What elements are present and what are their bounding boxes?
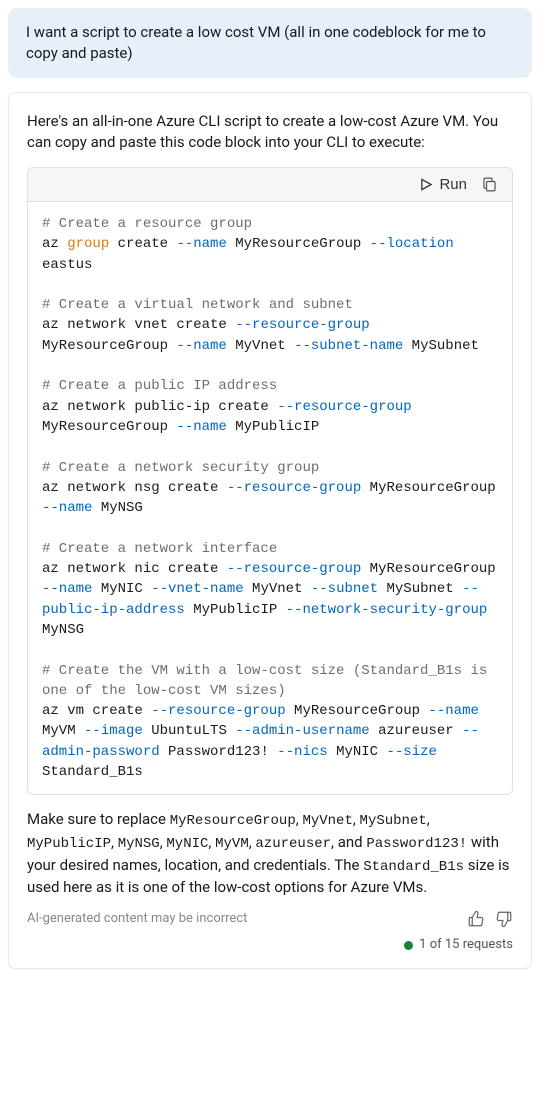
assistant-outro: Make sure to replace MyResourceGroup, My…: [27, 809, 513, 898]
assistant-message: Here's an all-in-one Azure CLI script to…: [8, 92, 532, 969]
requests-status: 1 of 15 requests: [27, 936, 513, 954]
status-dot-icon: [404, 941, 413, 950]
run-button[interactable]: Run: [420, 176, 467, 193]
copy-icon: [481, 176, 498, 193]
thumbs-down-icon: [495, 910, 513, 928]
code-toolbar: Run: [28, 168, 512, 202]
thumbs-up-button[interactable]: [467, 910, 485, 928]
assistant-intro: Here's an all-in-one Azure CLI script to…: [27, 111, 513, 153]
user-message-text: I want a script to create a low cost VM …: [26, 23, 486, 62]
user-message: I want a script to create a low cost VM …: [8, 8, 532, 78]
thumbs-down-button[interactable]: [495, 910, 513, 928]
code-block-container: Run # Create a resource group az group c…: [27, 167, 513, 795]
run-button-label: Run: [439, 176, 467, 193]
assistant-footer: AI-generated content may be incorrect: [27, 910, 513, 928]
requests-count: 1 of 15 requests: [419, 936, 513, 954]
play-icon: [420, 178, 433, 191]
copy-button[interactable]: [481, 176, 498, 193]
thumbs-up-icon: [467, 910, 485, 928]
ai-disclaimer: AI-generated content may be incorrect: [27, 910, 247, 928]
feedback-buttons: [467, 910, 513, 928]
code-block: # Create a resource group az group creat…: [28, 202, 512, 794]
